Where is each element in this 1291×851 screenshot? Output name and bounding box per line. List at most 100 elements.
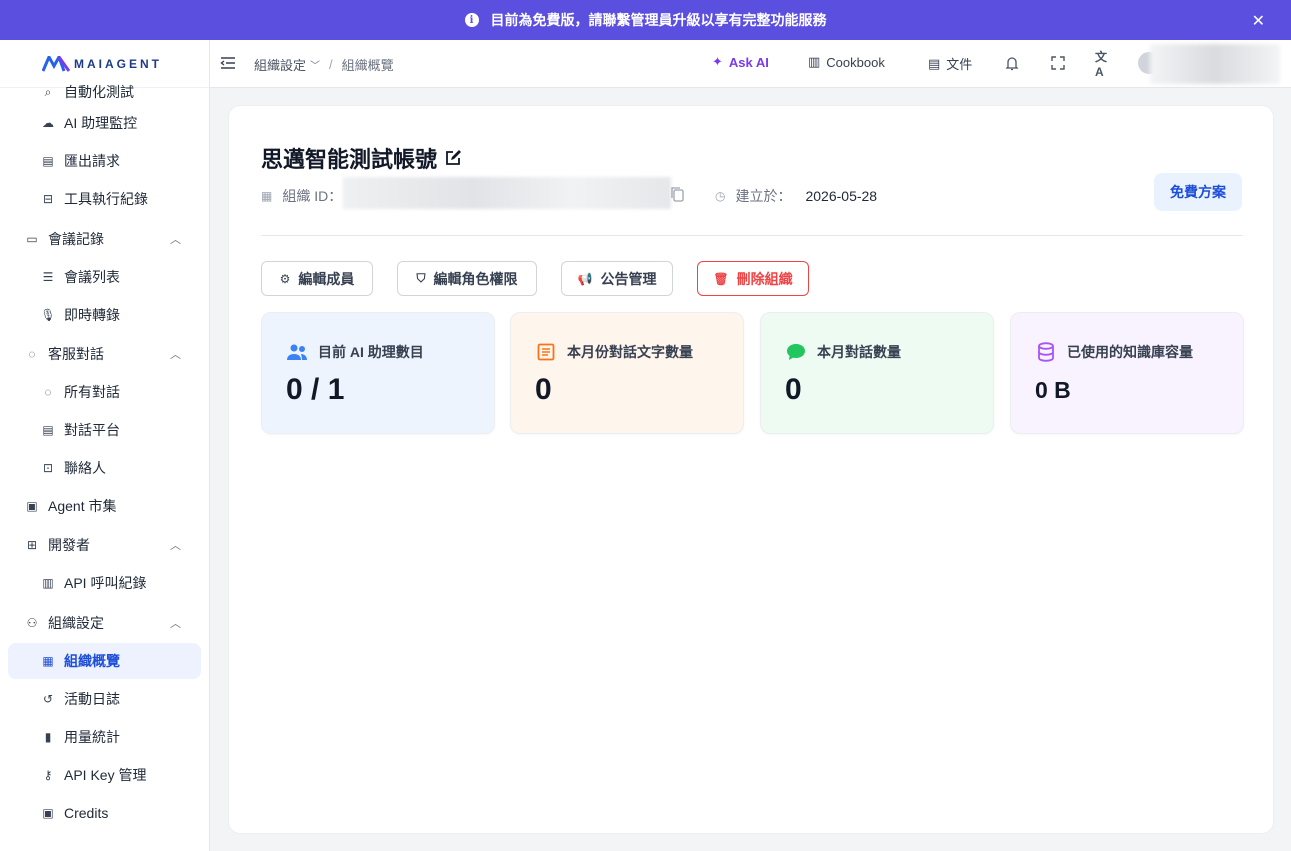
microphone-icon: 🎙 bbox=[40, 308, 56, 322]
stat-label-text: 目前 AI 助理數目 bbox=[318, 344, 424, 360]
sidebar-item-export-requests[interactable]: ▤ 匯出請求 bbox=[8, 143, 201, 179]
sidebar-item-usage-stats[interactable]: ▮ 用量統計 bbox=[8, 719, 201, 755]
sidebar-item-api-key[interactable]: ⚷ API Key 管理 bbox=[8, 757, 201, 793]
edit-members-label: 編輯成員 bbox=[298, 270, 355, 287]
sidebar-item-ai-monitor[interactable]: ☁ AI 助理監控 bbox=[8, 105, 201, 141]
sidebar-group-label: 組織設定 bbox=[48, 615, 104, 631]
sidebar-item-label: 即時轉錄 bbox=[64, 307, 120, 323]
sidebar-item-label: 工具執行紀錄 bbox=[64, 191, 148, 207]
breadcrumb: 組織設定 ﹀ / 組織概覽 bbox=[254, 55, 394, 74]
sidebar-item-label: API 呼叫紀錄 bbox=[64, 575, 147, 591]
docs-button[interactable]: ▤ 文件 bbox=[928, 54, 972, 73]
upgrade-banner: i 目前為免費版，請聯繫管理員升級以享有完整功能服務 ✕ bbox=[0, 0, 1291, 40]
org-name: 思邁智能測試帳號 bbox=[261, 147, 438, 172]
stat-card-knowledge-storage: 已使用的知識庫容量 0 B bbox=[1010, 312, 1244, 434]
sidebar-item-label: 組織概覽 bbox=[64, 653, 120, 669]
sidebar-item-label: API Key 管理 bbox=[64, 767, 147, 783]
org-id-row: ▦ 組織 ID： bbox=[261, 186, 342, 206]
edit-roles-button[interactable]: ⛉ 編輯角色權限 bbox=[397, 261, 537, 296]
database-icon bbox=[1035, 341, 1057, 363]
presentation-icon: ▭ bbox=[26, 232, 38, 246]
bar-chart-icon: ▮ bbox=[44, 730, 52, 744]
stat-label: 本月對話數量 bbox=[785, 341, 901, 363]
sidebar-item-label: 用量統計 bbox=[64, 729, 120, 745]
sidebar-group-customer-service[interactable]: ◌ 客服對話 ︿ bbox=[8, 336, 201, 372]
chevron-down-icon[interactable]: ﹀ bbox=[310, 57, 320, 72]
sidebar-group-label: 開發者 bbox=[48, 537, 90, 553]
created-date: 2026-05-28 bbox=[805, 188, 878, 204]
edit-members-button[interactable]: ⚙ 編輯成員 bbox=[261, 261, 373, 296]
divider bbox=[261, 235, 1243, 236]
chat-dots-icon: ◌ bbox=[44, 385, 52, 399]
sidebar-item-platforms[interactable]: ▤ 對話平台 bbox=[8, 412, 201, 448]
chevron-up-icon: ︿ bbox=[170, 234, 181, 246]
document-icon: ▥ bbox=[42, 576, 54, 590]
sidebar-item-auto-test[interactable]: ⌕ 自動化測試 bbox=[8, 78, 201, 106]
sidebar-item-label: 自動化測試 bbox=[64, 84, 134, 100]
grid-icon: ▦ bbox=[42, 654, 54, 668]
stat-label-text: 本月對話數量 bbox=[817, 344, 901, 360]
banner-text: 目前為免費版，請聯繫管理員升級以享有完整功能服務 bbox=[490, 12, 827, 28]
sidebar-item-live-transcribe[interactable]: 🎙 即時轉錄 bbox=[8, 297, 201, 333]
plan-button[interactable]: 免費方案 bbox=[1154, 173, 1242, 211]
users-icon bbox=[286, 341, 308, 363]
chat-bubble-icon bbox=[785, 341, 807, 363]
sidebar-item-contacts[interactable]: ⊡ 聯絡人 bbox=[8, 450, 201, 486]
docs-label: 文件 bbox=[946, 57, 973, 72]
cookbook-label: Cookbook bbox=[826, 54, 885, 70]
fullscreen-icon[interactable] bbox=[1049, 54, 1067, 72]
sidebar: MAIAGENT ⌕ 自動化測試 ☁ AI 助理監控 ▤ 匯出請求 ⊟ 工具執行… bbox=[0, 40, 210, 851]
sidebar-group-developer[interactable]: ⊞ 開發者 ︿ bbox=[8, 527, 201, 563]
announcements-button[interactable]: 📢 公告管理 bbox=[561, 261, 673, 296]
breadcrumb-parent[interactable]: 組織設定 bbox=[254, 55, 306, 74]
sidebar-item-label: Agent 市集 bbox=[48, 498, 117, 514]
sidebar-item-api-logs[interactable]: ▥ API 呼叫紀錄 bbox=[8, 565, 201, 601]
sidebar-item-label: 聯絡人 bbox=[64, 460, 106, 476]
ask-ai-button[interactable]: ✦ Ask AI bbox=[712, 54, 769, 70]
platform-icon: ▤ bbox=[42, 423, 54, 437]
sidebar-item-agent-market[interactable]: ▣ Agent 市集 bbox=[8, 488, 201, 524]
sidebar-item-tool-logs[interactable]: ⊟ 工具執行紀錄 bbox=[8, 181, 201, 217]
info-icon: i bbox=[464, 13, 479, 27]
user-menu-redacted[interactable] bbox=[1150, 44, 1280, 84]
created-row: ◷ 建立於： 2026-05-28 bbox=[715, 186, 877, 206]
delete-org-label: 刪除組織 bbox=[736, 270, 793, 287]
trash-icon: 🗑 bbox=[713, 271, 729, 286]
stat-card-monthly-conversations: 本月對話數量 0 bbox=[760, 312, 994, 434]
stat-label: 本月份對話文字數量 bbox=[535, 341, 693, 363]
list-icon: ☰ bbox=[42, 270, 54, 284]
delete-org-button[interactable]: 🗑 刪除組織 bbox=[697, 261, 809, 296]
chevron-up-icon: ︿ bbox=[170, 618, 181, 630]
sidebar-group-label: 會議記錄 bbox=[48, 231, 104, 247]
edit-icon[interactable] bbox=[445, 150, 462, 166]
close-icon[interactable]: ✕ bbox=[1252, 11, 1265, 31]
sidebar-item-meeting-list[interactable]: ☰ 會議列表 bbox=[8, 259, 201, 295]
translate-icon[interactable]: 文A bbox=[1095, 50, 1113, 79]
sidebar-item-all-conversations[interactable]: ◌ 所有對話 bbox=[8, 374, 201, 410]
org-id-label: 組織 ID： bbox=[282, 188, 343, 204]
sidebar-item-org-overview[interactable]: ▦ 組織概覽 bbox=[8, 643, 201, 679]
sidebar-item-credits[interactable]: ▣ Credits bbox=[8, 795, 201, 831]
org-overview-card: 思邁智能測試帳號 ▦ 組織 ID： ◷ 建立於： 2026-05-28 免費方案… bbox=[228, 105, 1274, 834]
megaphone-icon: 📢 bbox=[577, 271, 593, 286]
stat-card-assistants: 目前 AI 助理數目 0 / 1 bbox=[261, 312, 495, 434]
developer-icon: ⊞ bbox=[26, 538, 38, 552]
top-header: 組織設定 ﹀ / 組織概覽 ✦ Ask AI ▥ Cookbook ▤ 文件 文… bbox=[210, 40, 1291, 88]
shield-icon: ⛉ bbox=[416, 271, 426, 285]
sidebar-group-meetings[interactable]: ▭ 會議記錄 ︿ bbox=[8, 221, 201, 257]
sidebar-item-label: 活動日誌 bbox=[64, 691, 120, 707]
stat-value: 0 / 1 bbox=[286, 373, 345, 406]
document-icon: ▤ bbox=[928, 55, 941, 71]
org-id-value-redacted bbox=[343, 177, 671, 209]
copy-icon[interactable] bbox=[669, 186, 685, 202]
sidebar-item-label: Credits bbox=[64, 805, 109, 821]
toolbox-icon: ⊟ bbox=[42, 192, 54, 206]
sidebar-item-activity-log[interactable]: ↺ 活動日誌 bbox=[8, 681, 201, 717]
announcements-label: 公告管理 bbox=[600, 270, 657, 287]
cookbook-button[interactable]: ▥ Cookbook bbox=[808, 54, 885, 70]
collapse-sidebar-icon[interactable] bbox=[220, 55, 236, 71]
sidebar-group-label: 客服對話 bbox=[48, 346, 104, 362]
book-icon: ▥ bbox=[808, 54, 821, 69]
sidebar-group-org-settings[interactable]: ⚇ 組織設定 ︿ bbox=[8, 605, 201, 641]
bell-icon[interactable] bbox=[1003, 54, 1021, 72]
